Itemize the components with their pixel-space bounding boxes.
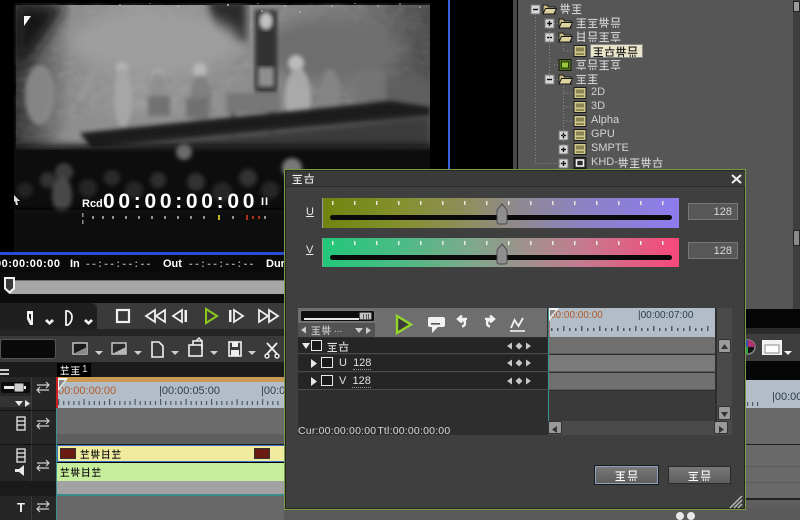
- svg-text:T: T: [17, 500, 25, 515]
